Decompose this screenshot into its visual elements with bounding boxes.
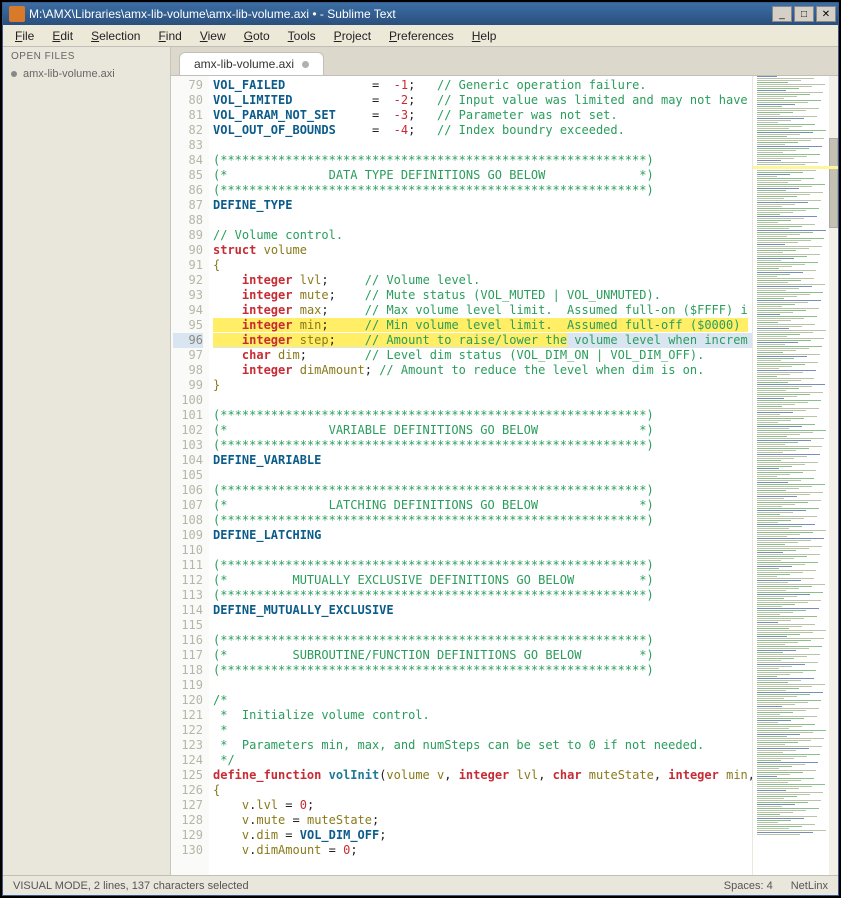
open-file-label: amx-lib-volume.axi bbox=[23, 68, 115, 80]
code-line[interactable]: { bbox=[213, 783, 752, 798]
code-line[interactable]: (***************************************… bbox=[213, 558, 752, 573]
code-line[interactable]: * Initialize volume control. bbox=[213, 708, 752, 723]
line-number-gutter[interactable]: 7980818283848586878889909192939495969798… bbox=[171, 76, 209, 875]
code-line[interactable] bbox=[213, 138, 752, 153]
code-line[interactable]: (* VARIABLE DEFINITIONS GO BELOW *) bbox=[213, 423, 752, 438]
code-line[interactable]: (***************************************… bbox=[213, 483, 752, 498]
code-line[interactable]: VOL_LIMITED = -2; // Input value was lim… bbox=[213, 93, 752, 108]
tab-row: amx-lib-volume.axi bbox=[171, 47, 838, 75]
code-line[interactable]: (***************************************… bbox=[213, 588, 752, 603]
status-syntax[interactable]: NetLinx bbox=[791, 880, 828, 892]
code-line[interactable]: (* LATCHING DEFINITIONS GO BELOW *) bbox=[213, 498, 752, 513]
app-icon bbox=[9, 6, 25, 22]
code-line[interactable]: v.mute = muteState; bbox=[213, 813, 752, 828]
tab-active[interactable]: amx-lib-volume.axi bbox=[179, 52, 324, 75]
code-line[interactable]: (* DATA TYPE DEFINITIONS GO BELOW *) bbox=[213, 168, 752, 183]
code-line[interactable]: define_function volInit(volume v, intege… bbox=[213, 768, 752, 783]
menu-edit[interactable]: Edit bbox=[44, 27, 81, 45]
code-line[interactable]: integer dimAmount; // Amount to reduce t… bbox=[213, 363, 752, 378]
code-line[interactable]: DEFINE_MUTUALLY_EXCLUSIVE bbox=[213, 603, 752, 618]
code-line[interactable] bbox=[213, 543, 752, 558]
code-line[interactable]: // Volume control. bbox=[213, 228, 752, 243]
window-title: M:\AMX\Libraries\amx-lib-volume\amx-lib-… bbox=[29, 7, 772, 21]
content-area: OPEN FILES amx-lib-volume.axi amx-lib-vo… bbox=[3, 47, 838, 875]
code-line[interactable]: VOL_PARAM_NOT_SET = -3; // Parameter was… bbox=[213, 108, 752, 123]
code-line[interactable]: struct volume bbox=[213, 243, 752, 258]
menu-project[interactable]: Project bbox=[326, 27, 379, 45]
code-line[interactable]: v.lvl = 0; bbox=[213, 798, 752, 813]
menu-help[interactable]: Help bbox=[464, 27, 505, 45]
code-line[interactable]: integer step; // Amount to raise/lower t… bbox=[213, 333, 752, 348]
code-line[interactable]: DEFINE_TYPE bbox=[213, 198, 752, 213]
code-line[interactable]: (***************************************… bbox=[213, 663, 752, 678]
code-line[interactable]: * bbox=[213, 723, 752, 738]
minimap-scroll-track[interactable] bbox=[829, 76, 838, 875]
code-line[interactable]: v.dim = VOL_DIM_OFF; bbox=[213, 828, 752, 843]
menu-view[interactable]: View bbox=[192, 27, 234, 45]
code-line[interactable]: integer max; // Max volume level limit. … bbox=[213, 303, 752, 318]
tab-label: amx-lib-volume.axi bbox=[194, 57, 294, 71]
close-button[interactable]: ✕ bbox=[816, 6, 836, 22]
code-line[interactable]: char dim; // Level dim status (VOL_DIM_O… bbox=[213, 348, 752, 363]
open-file-item[interactable]: amx-lib-volume.axi bbox=[3, 66, 170, 82]
code-line[interactable]: DEFINE_VARIABLE bbox=[213, 453, 752, 468]
code-line[interactable] bbox=[213, 618, 752, 633]
code-line[interactable]: integer min; // Min volume level limit. … bbox=[213, 318, 752, 333]
code-line[interactable]: (***************************************… bbox=[213, 408, 752, 423]
open-files-header: OPEN FILES bbox=[3, 47, 170, 66]
code-line[interactable]: VOL_FAILED = -1; // Generic operation fa… bbox=[213, 78, 752, 93]
status-indent[interactable]: Spaces: 4 bbox=[724, 880, 773, 892]
menu-find[interactable]: Find bbox=[150, 27, 189, 45]
menu-tools[interactable]: Tools bbox=[280, 27, 324, 45]
code-line[interactable]: } bbox=[213, 378, 752, 393]
code-line[interactable]: */ bbox=[213, 753, 752, 768]
code-line[interactable]: { bbox=[213, 258, 752, 273]
minimize-button[interactable]: _ bbox=[772, 6, 792, 22]
code-line[interactable]: (***************************************… bbox=[213, 153, 752, 168]
code-line[interactable]: (***************************************… bbox=[213, 513, 752, 528]
code-line[interactable] bbox=[213, 468, 752, 483]
code-line[interactable] bbox=[213, 678, 752, 693]
app-window: M:\AMX\Libraries\amx-lib-volume\amx-lib-… bbox=[2, 2, 839, 896]
minimap[interactable] bbox=[752, 76, 838, 875]
code-line[interactable]: integer lvl; // Volume level. bbox=[213, 273, 752, 288]
code-line[interactable]: * Parameters min, max, and numSteps can … bbox=[213, 738, 752, 753]
menu-file[interactable]: File bbox=[7, 27, 42, 45]
code-line[interactable]: (***************************************… bbox=[213, 633, 752, 648]
statusbar: VISUAL MODE, 2 lines, 137 characters sel… bbox=[3, 875, 838, 895]
status-mode: VISUAL MODE, 2 lines, 137 characters sel… bbox=[13, 880, 249, 892]
code-line[interactable]: /* bbox=[213, 693, 752, 708]
code-editor[interactable]: VOL_FAILED = -1; // Generic operation fa… bbox=[209, 76, 752, 875]
code-line[interactable]: (* SUBROUTINE/FUNCTION DEFINITIONS GO BE… bbox=[213, 648, 752, 663]
minimap-scroll-thumb[interactable] bbox=[829, 138, 838, 228]
code-line[interactable]: (***************************************… bbox=[213, 438, 752, 453]
menu-selection[interactable]: Selection bbox=[83, 27, 148, 45]
code-line[interactable]: VOL_OUT_OF_BOUNDS = -4; // Index boundry… bbox=[213, 123, 752, 138]
code-line[interactable]: v.dimAmount = 0; bbox=[213, 843, 752, 858]
dirty-indicator-icon bbox=[11, 71, 17, 77]
menu-goto[interactable]: Goto bbox=[236, 27, 278, 45]
code-line[interactable]: DEFINE_LATCHING bbox=[213, 528, 752, 543]
code-line[interactable] bbox=[213, 393, 752, 408]
code-line[interactable]: integer mute; // Mute status (VOL_MUTED … bbox=[213, 288, 752, 303]
editor-body: 7980818283848586878889909192939495969798… bbox=[171, 75, 838, 875]
code-line[interactable]: (***************************************… bbox=[213, 183, 752, 198]
editor-area: amx-lib-volume.axi 798081828384858687888… bbox=[171, 47, 838, 875]
sidebar: OPEN FILES amx-lib-volume.axi bbox=[3, 47, 171, 875]
code-line[interactable] bbox=[213, 213, 752, 228]
maximize-button[interactable]: □ bbox=[794, 6, 814, 22]
window-buttons: _ □ ✕ bbox=[772, 6, 836, 22]
code-line[interactable]: (* MUTUALLY EXCLUSIVE DEFINITIONS GO BEL… bbox=[213, 573, 752, 588]
titlebar[interactable]: M:\AMX\Libraries\amx-lib-volume\amx-lib-… bbox=[3, 3, 838, 25]
tab-dirty-icon bbox=[302, 61, 309, 68]
menubar: File Edit Selection Find View Goto Tools… bbox=[3, 25, 838, 47]
menu-preferences[interactable]: Preferences bbox=[381, 27, 462, 45]
